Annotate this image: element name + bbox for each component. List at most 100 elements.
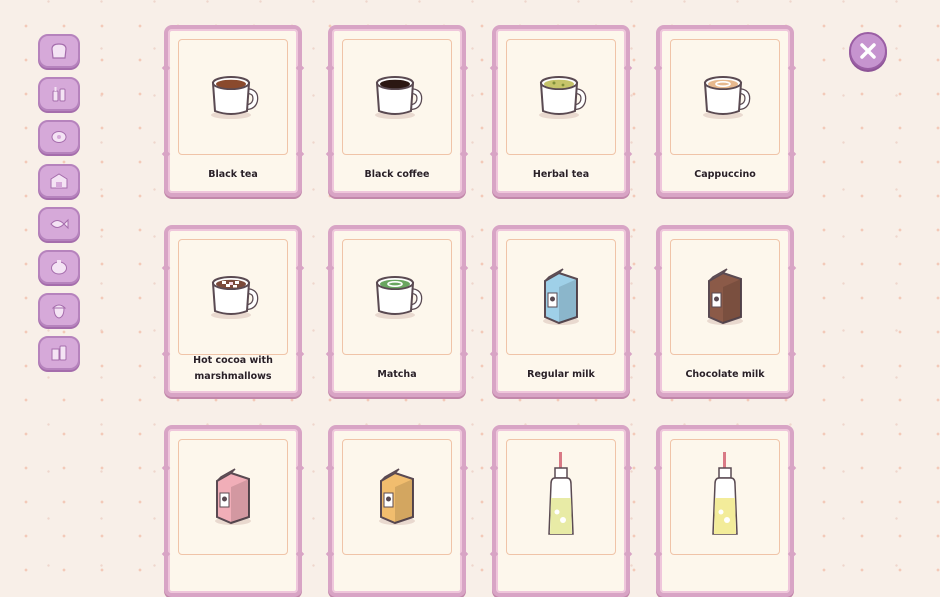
card-corner-notch bbox=[653, 549, 663, 559]
banana-milk-icon bbox=[369, 463, 425, 531]
category-button-bottles[interactable] bbox=[38, 77, 80, 112]
card-corner-notch bbox=[325, 263, 335, 273]
hot-cocoa-icon bbox=[205, 267, 261, 327]
card-image-frame bbox=[670, 239, 780, 355]
card-corner-notch bbox=[623, 263, 633, 273]
card-corner-notch bbox=[325, 149, 335, 159]
fish-icon bbox=[50, 218, 69, 229]
close-button[interactable] bbox=[849, 32, 887, 70]
card-image-frame bbox=[670, 39, 780, 155]
bottles-icon bbox=[52, 87, 66, 102]
drink-card[interactable]: Black tea bbox=[161, 25, 305, 197]
drink-card[interactable] bbox=[653, 425, 797, 597]
category-button-bread[interactable] bbox=[38, 34, 80, 68]
black-coffee-icon bbox=[369, 67, 425, 127]
card-label: Regular milk bbox=[527, 369, 595, 380]
drink-card[interactable]: Matcha bbox=[325, 225, 469, 397]
card-corner-notch bbox=[161, 349, 171, 359]
drink-card[interactable]: Hot cocoa with marshmallows bbox=[161, 225, 305, 397]
category-sidebar bbox=[38, 34, 82, 380]
card-corner-notch bbox=[295, 149, 305, 159]
card-image-frame bbox=[670, 439, 780, 555]
card-image-frame bbox=[506, 239, 616, 355]
drink-card[interactable]: Cappuccino bbox=[653, 25, 797, 197]
drink-card[interactable]: Regular milk bbox=[489, 225, 633, 397]
card-corner-notch bbox=[325, 63, 335, 73]
card-corner-notch bbox=[161, 463, 171, 473]
herbal-tea-icon bbox=[533, 67, 589, 127]
card-corner-notch bbox=[787, 63, 797, 73]
card-corner-notch bbox=[459, 63, 469, 73]
card-corner-notch bbox=[489, 149, 499, 159]
card-corner-notch bbox=[459, 549, 469, 559]
card-corner-notch bbox=[653, 263, 663, 273]
card-corner-notch bbox=[295, 263, 305, 273]
chocolate-milk-icon bbox=[697, 263, 753, 331]
card-corner-notch bbox=[295, 549, 305, 559]
drink-card[interactable]: Chocolate milk bbox=[653, 225, 797, 397]
drinks-icon bbox=[51, 345, 67, 361]
card-image-frame bbox=[342, 39, 452, 155]
card-corner-notch bbox=[489, 263, 499, 273]
card-corner-notch bbox=[295, 463, 305, 473]
soda-bottle-icon bbox=[541, 450, 581, 544]
strawberry-milk-icon bbox=[205, 463, 261, 531]
card-corner-notch bbox=[623, 63, 633, 73]
card-label: Black tea bbox=[208, 169, 258, 180]
card-corner-notch bbox=[787, 349, 797, 359]
drink-card[interactable]: Herbal tea bbox=[489, 25, 633, 197]
regular-milk-icon bbox=[533, 263, 589, 331]
card-corner-notch bbox=[653, 463, 663, 473]
card-corner-notch bbox=[489, 63, 499, 73]
acorn-icon bbox=[51, 304, 67, 319]
card-corner-notch bbox=[787, 149, 797, 159]
card-label: Cappuccino bbox=[694, 169, 756, 180]
card-corner-notch bbox=[325, 463, 335, 473]
card-corner-notch bbox=[623, 349, 633, 359]
lemonade-bottle-icon bbox=[705, 450, 745, 544]
card-corner-notch bbox=[787, 549, 797, 559]
drink-card[interactable] bbox=[489, 425, 633, 597]
card-corner-notch bbox=[653, 149, 663, 159]
card-corner-notch bbox=[325, 349, 335, 359]
drink-card[interactable] bbox=[161, 425, 305, 597]
category-button-meat[interactable] bbox=[38, 120, 80, 155]
meat-icon bbox=[51, 131, 67, 144]
card-corner-notch bbox=[459, 349, 469, 359]
card-label: Matcha bbox=[377, 369, 417, 380]
card-corner-notch bbox=[489, 549, 499, 559]
card-image-frame bbox=[342, 439, 452, 555]
category-button-acorn[interactable] bbox=[38, 293, 80, 328]
card-corner-notch bbox=[623, 149, 633, 159]
card-corner-notch bbox=[787, 463, 797, 473]
category-button-drinks[interactable] bbox=[38, 336, 80, 371]
close-icon bbox=[860, 43, 876, 59]
card-corner-notch bbox=[459, 149, 469, 159]
card-image-frame bbox=[506, 39, 616, 155]
card-corner-notch bbox=[489, 349, 499, 359]
matcha-icon bbox=[369, 267, 425, 327]
card-corner-notch bbox=[325, 549, 335, 559]
card-corner-notch bbox=[489, 463, 499, 473]
card-image-frame bbox=[178, 439, 288, 555]
card-corner-notch bbox=[787, 263, 797, 273]
card-corner-notch bbox=[623, 549, 633, 559]
category-button-fish[interactable] bbox=[38, 206, 80, 241]
card-label: Hot cocoa with marshmallows bbox=[193, 355, 273, 382]
card-corner-notch bbox=[295, 63, 305, 73]
drink-card[interactable]: Black coffee bbox=[325, 25, 469, 197]
drink-card[interactable] bbox=[325, 425, 469, 597]
card-corner-notch bbox=[623, 463, 633, 473]
category-button-pot[interactable] bbox=[38, 249, 80, 284]
card-label: Herbal tea bbox=[532, 169, 590, 180]
card-corner-notch bbox=[653, 349, 663, 359]
card-corner-notch bbox=[161, 549, 171, 559]
card-label: Chocolate milk bbox=[685, 369, 765, 380]
category-button-market[interactable] bbox=[38, 163, 80, 198]
card-corner-notch bbox=[459, 263, 469, 273]
card-image-frame bbox=[342, 239, 452, 355]
card-corner-notch bbox=[295, 349, 305, 359]
card-corner-notch bbox=[459, 463, 469, 473]
card-label: Black coffee bbox=[364, 169, 430, 180]
bread-icon bbox=[51, 43, 67, 59]
